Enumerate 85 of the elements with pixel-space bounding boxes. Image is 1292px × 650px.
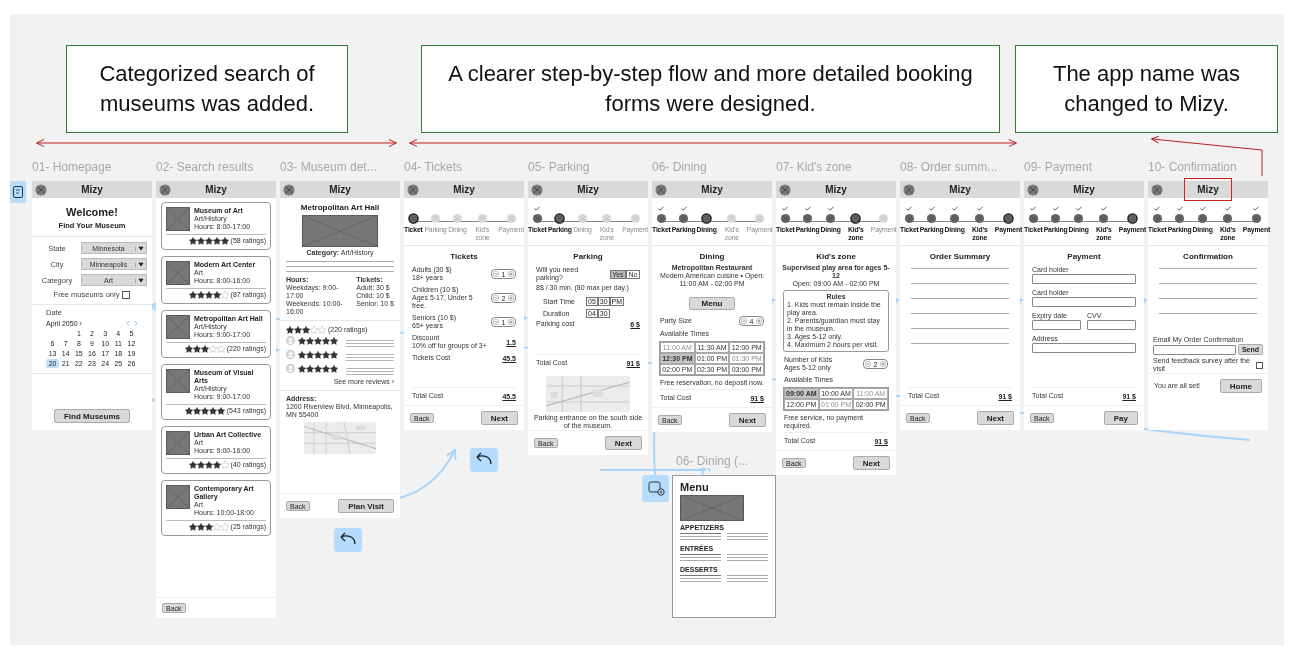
app-name: Mizy: [576, 183, 600, 197]
menu-button[interactable]: Menu: [688, 297, 736, 310]
image-placeholder: [166, 315, 190, 339]
logo-placeholder-icon: [159, 183, 171, 196]
logo-placeholder-icon: [407, 183, 419, 196]
check-icon: [928, 206, 935, 211]
app-name: Mizy: [452, 183, 476, 197]
overlay-frame-icon[interactable]: [642, 475, 669, 502]
check-icon: [804, 206, 811, 211]
logo-placeholder-icon: [283, 183, 295, 196]
input-field[interactable]: [1032, 274, 1136, 284]
annotation-note: The app name was changed to Mizy.: [1015, 45, 1278, 133]
section-heading: Dining: [698, 252, 726, 261]
app-name: Mizy: [80, 183, 104, 197]
find-museums-button[interactable]: Find Museums: [54, 409, 130, 423]
check-icon: [951, 206, 958, 211]
avatar-icon: [286, 364, 295, 373]
check-icon: [1052, 206, 1059, 211]
app-name: Mizy: [948, 183, 972, 197]
logo-placeholder-icon: [531, 183, 543, 196]
check-icon: [906, 206, 913, 211]
check-icon: [1030, 206, 1037, 211]
primary-button[interactable]: Next: [976, 411, 1014, 425]
image-placeholder: [166, 485, 190, 509]
welcome-title: Welcome!: [65, 206, 119, 218]
app-name: Mizy: [824, 183, 848, 197]
check-icon: [680, 206, 687, 211]
image-placeholder: [166, 207, 190, 231]
checkbox[interactable]: [122, 290, 131, 299]
logo-placeholder-icon: [1151, 183, 1163, 196]
annotation-note: A clearer step-by-step flow and more detailed booking forms were designed.: [421, 45, 1000, 133]
section-heading: Parking: [572, 252, 604, 261]
check-icon: [534, 206, 541, 211]
annotation-note: Categorized search of museums was added.: [66, 45, 348, 133]
app-name: Mizy: [204, 183, 228, 197]
section-heading: Tickets: [449, 252, 479, 261]
check-icon: [827, 206, 834, 211]
logo-placeholder-icon: [655, 183, 667, 196]
logo-placeholder-icon: [779, 183, 791, 196]
primary-button[interactable]: Next: [480, 411, 518, 425]
check-icon: [1154, 206, 1161, 211]
menu-title: Menu: [680, 481, 710, 493]
image-placeholder: [680, 495, 744, 521]
input-field[interactable]: [1032, 320, 1081, 330]
caret-icon: [135, 261, 146, 267]
avatar-icon: [286, 336, 295, 345]
avatar-icon: [286, 350, 295, 359]
check-icon: [1075, 206, 1082, 211]
home-button[interactable]: Home: [1219, 379, 1262, 393]
section-heading: Kid's zone: [815, 252, 857, 261]
primary-button[interactable]: Next: [604, 436, 642, 450]
app-name: Mizy: [328, 183, 352, 197]
app-name: Mizy: [1072, 183, 1096, 197]
primary-button[interactable]: Pay: [1103, 411, 1138, 425]
check-icon: [1176, 206, 1183, 211]
image-placeholder: [166, 369, 190, 393]
caret-icon: [135, 245, 146, 251]
logo-placeholder-icon: [35, 183, 47, 196]
check-icon: [1253, 206, 1260, 211]
image-placeholder: [166, 261, 190, 285]
check-icon: [782, 206, 789, 211]
primary-button[interactable]: Plan Visit: [338, 499, 394, 513]
section-heading: Payment: [1066, 252, 1102, 261]
check-icon: [976, 206, 983, 211]
check-icon: [1224, 206, 1231, 211]
logo-placeholder-icon: [1027, 183, 1039, 196]
primary-button[interactable]: Next: [852, 456, 890, 470]
input-field[interactable]: [1032, 343, 1136, 353]
check-icon: [658, 206, 665, 211]
section-heading: Order Summary: [928, 252, 992, 261]
app-name: Mizy: [700, 183, 724, 197]
input-field[interactable]: [1032, 297, 1136, 307]
email-field[interactable]: [1153, 344, 1236, 355]
checkbox[interactable]: [1256, 361, 1263, 369]
image-placeholder: [166, 431, 190, 455]
primary-button[interactable]: Next: [728, 413, 766, 427]
app-name: Mizy: [1184, 178, 1232, 201]
caret-icon: [135, 277, 146, 283]
section-heading: Confirmation: [1182, 252, 1234, 261]
device-frame-icon[interactable]: [10, 181, 26, 203]
check-icon: [1199, 206, 1206, 211]
input-field[interactable]: [1087, 320, 1136, 330]
check-icon: [1100, 206, 1107, 211]
logo-placeholder-icon: [903, 183, 915, 196]
museum-name: Metropolitan Art Hall: [299, 203, 381, 212]
